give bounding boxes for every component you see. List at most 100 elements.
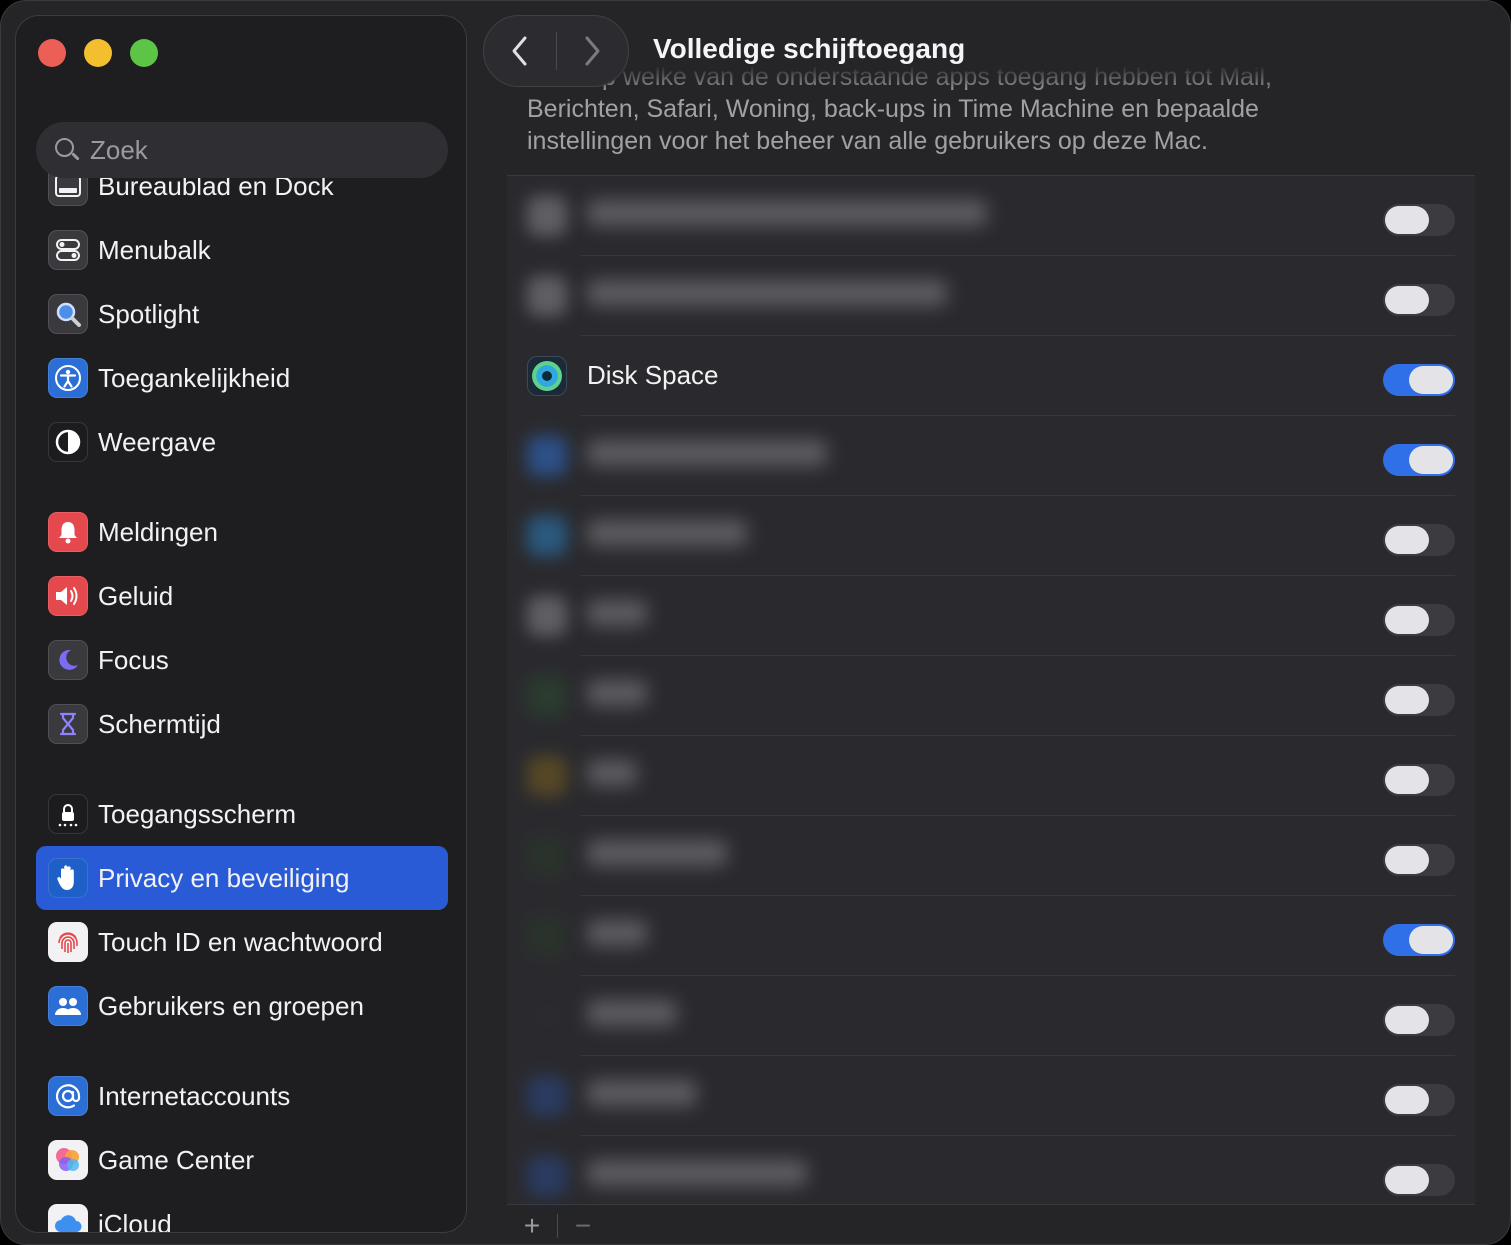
access-toggle[interactable] (1383, 684, 1455, 716)
appearance-icon (48, 422, 88, 462)
access-toggle[interactable] (1383, 204, 1455, 236)
game-center-icon (48, 1140, 88, 1180)
app-name (587, 1080, 697, 1106)
focus-icon (48, 640, 88, 680)
search-placeholder: Zoek (90, 134, 148, 165)
toggle-knob (1385, 526, 1429, 554)
sidebar-item-screen-time[interactable]: Schermtijd (36, 692, 448, 756)
list-footer: + − (507, 1206, 1475, 1244)
app-name (587, 920, 647, 946)
app-row (507, 576, 1475, 656)
sidebar-item-label: Schermtijd (98, 708, 221, 739)
sidebar-item-accessibility[interactable]: Toegankelijkheid (36, 346, 448, 410)
zoom-window-button[interactable] (130, 39, 158, 67)
sidebar-item-touch-id[interactable]: Touch ID en wachtwoord (36, 910, 448, 974)
app-name: Disk Space (587, 360, 719, 390)
sidebar-item-label: Toegankelijkheid (98, 362, 291, 393)
app-icon (527, 196, 567, 236)
toggle-knob (1385, 286, 1429, 314)
app-row (507, 256, 1475, 336)
page-title: Volledige schijftoegang (653, 33, 966, 64)
access-toggle[interactable] (1383, 524, 1455, 556)
app-row (507, 496, 1475, 576)
toggle-knob (1385, 1166, 1429, 1194)
main-content: Geef op welke van de onderstaande apps t… (467, 1, 1510, 1244)
icloud-icon (48, 1204, 88, 1232)
app-icon (527, 676, 567, 716)
app-row (507, 656, 1475, 736)
app-row: Disk Space (507, 336, 1475, 416)
sidebar: Zoek Bureaublad en Dock Menubalk Spotlig… (15, 15, 467, 1233)
app-row (507, 896, 1475, 976)
sidebar-item-sound[interactable]: Geluid (36, 564, 448, 628)
sidebar-item-label: Menubalk (98, 234, 211, 265)
toggle-knob (1385, 766, 1429, 794)
sidebar-item-appearance[interactable]: Weergave (36, 410, 448, 474)
app-icon (527, 436, 567, 476)
sidebar-item-game-center[interactable]: Game Center (36, 1128, 448, 1192)
chevron-left-icon (512, 36, 527, 66)
toggle-knob (1385, 1006, 1429, 1034)
access-toggle[interactable] (1383, 364, 1455, 396)
screen-time-icon (48, 704, 88, 744)
minimize-window-button[interactable] (84, 39, 112, 67)
app-name (587, 600, 647, 626)
at-icon (48, 1076, 88, 1116)
privacy-hand-icon (48, 858, 88, 898)
sidebar-item-label: Game Center (98, 1144, 255, 1175)
app-name (587, 680, 647, 706)
forward-button[interactable] (557, 15, 629, 87)
app-name (587, 1000, 677, 1026)
app-row (507, 1056, 1475, 1136)
sidebar-item-label: Spotlight (98, 298, 200, 329)
add-app-button[interactable]: + (507, 1210, 557, 1242)
sidebar-item-label: Weergave (98, 426, 217, 457)
access-toggle[interactable] (1383, 844, 1455, 876)
sidebar-item-label: Internetaccounts (98, 1080, 291, 1111)
sidebar-item-label: Geluid (98, 580, 174, 611)
access-toggle[interactable] (1383, 924, 1455, 956)
back-button[interactable] (484, 15, 556, 87)
toggle-knob (1409, 926, 1453, 954)
fingerprint-icon (48, 922, 88, 962)
access-toggle[interactable] (1383, 284, 1455, 316)
sidebar-item-spotlight[interactable]: Spotlight (36, 282, 448, 346)
app-name (587, 200, 987, 226)
sidebar-item-label: Focus (98, 644, 169, 675)
toggle-knob (1385, 206, 1429, 234)
spotlight-icon (48, 294, 88, 334)
toggle-knob (1385, 1086, 1429, 1114)
sidebar-item-users-groups[interactable]: Gebruikers en groepen (36, 974, 448, 1038)
search-field[interactable]: Zoek (36, 122, 448, 178)
app-icon (527, 596, 567, 636)
sidebar-item-label: Privacy en beveiliging (98, 862, 350, 893)
sidebar-item-lock-screen[interactable]: Toegangsscherm (36, 782, 448, 846)
access-toggle[interactable] (1383, 1084, 1455, 1116)
close-window-button[interactable] (38, 39, 66, 67)
remove-app-button[interactable]: − (558, 1210, 608, 1242)
sidebar-item-focus[interactable]: Focus (36, 628, 448, 692)
sidebar-item-menubar[interactable]: Menubalk (36, 218, 448, 282)
access-toggle[interactable] (1383, 444, 1455, 476)
app-icon (527, 996, 567, 1036)
app-icon (527, 916, 567, 956)
sidebar-item-privacy-security[interactable]: Privacy en beveiliging (36, 846, 448, 910)
access-toggle[interactable] (1383, 1164, 1455, 1196)
accessibility-icon (48, 358, 88, 398)
settings-window: Zoek Bureaublad en Dock Menubalk Spotlig… (0, 0, 1511, 1245)
app-name (587, 840, 727, 866)
toggle-knob (1409, 366, 1453, 394)
app-icon (527, 1076, 567, 1116)
app-name (587, 520, 747, 546)
sidebar-item-internet-accounts[interactable]: Internetaccounts (36, 1064, 448, 1128)
sidebar-item-label: iCloud (98, 1208, 172, 1233)
sidebar-item-icloud[interactable]: iCloud (36, 1192, 448, 1233)
access-toggle[interactable] (1383, 604, 1455, 636)
sound-icon (48, 576, 88, 616)
sidebar-item-notifications[interactable]: Meldingen (36, 500, 448, 564)
access-toggle[interactable] (1383, 1004, 1455, 1036)
app-row (507, 176, 1475, 256)
app-row (507, 816, 1475, 896)
access-toggle[interactable] (1383, 764, 1455, 796)
menubar-icon (48, 230, 88, 270)
